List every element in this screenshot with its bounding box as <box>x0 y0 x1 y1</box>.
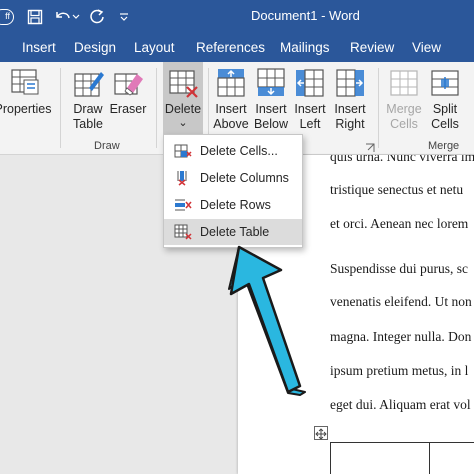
insert-left-icon <box>296 69 324 97</box>
draw-table-label: Draw Table <box>73 102 103 131</box>
document-line: eget dui. Aliquam erat vol <box>330 397 471 412</box>
tab-insert[interactable]: Insert <box>22 40 56 55</box>
customize-toolbar-icon[interactable] <box>116 6 132 28</box>
tab-review[interactable]: Review <box>350 40 394 55</box>
properties-button[interactable]: Properties <box>0 62 52 117</box>
draw-table-icon <box>74 72 104 97</box>
draw-group-label: Draw <box>94 140 120 152</box>
delete-button[interactable]: Delete ⌄ <box>163 62 203 134</box>
delete-caret-icon: ⌄ <box>178 117 188 129</box>
tab-view[interactable]: View <box>412 40 441 55</box>
group-separator <box>60 68 61 148</box>
split-cells-label: Split Cells <box>431 102 459 131</box>
menu-item-delete-rows[interactable]: Delete Rows <box>164 192 302 218</box>
table-move-handle-icon[interactable] <box>314 426 328 440</box>
delete-cells-icon <box>174 144 192 158</box>
delete-columns-icon <box>177 171 187 186</box>
redo-icon[interactable] <box>86 6 108 28</box>
undo-dropdown-icon[interactable] <box>70 6 82 28</box>
split-cells-icon <box>431 70 459 96</box>
properties-icon <box>11 69 39 95</box>
eraser-icon <box>114 73 143 96</box>
insert-left-button[interactable]: Insert Left <box>293 62 327 132</box>
insert-below-button[interactable]: Insert Below <box>252 62 290 132</box>
insert-above-button[interactable]: Insert Above <box>212 62 250 132</box>
menu-item-label: Delete Rows <box>200 198 271 212</box>
menu-item-label: Delete Table <box>200 225 270 239</box>
insert-right-icon <box>336 69 364 97</box>
document-line: tristique senectus et netu <box>330 182 464 197</box>
ribbon-tabs: Insert Design Layout References Mailings… <box>0 34 474 62</box>
tab-layout[interactable]: Layout <box>134 40 175 55</box>
group-separator <box>378 68 379 148</box>
tab-design[interactable]: Design <box>74 40 116 55</box>
menu-item-label: Delete Columns <box>200 171 289 185</box>
document-line: quis urna. Nunc viverra im <box>330 155 474 164</box>
tab-mailings[interactable]: Mailings <box>280 40 330 55</box>
merge-cells-icon <box>390 70 418 96</box>
table-column-border <box>429 443 430 474</box>
delete-table-icon <box>169 70 198 98</box>
delete-dropdown-menu: Delete Cells... Delete Columns Delete Ro… <box>163 134 303 248</box>
insert-above-icon <box>217 69 245 97</box>
properties-label: Properties <box>0 102 52 116</box>
merge-cells-button[interactable]: Merge Cells <box>384 62 424 132</box>
document-line: et orci. Aenean nec lorem <box>330 216 469 231</box>
delete-rows-icon <box>175 199 192 211</box>
document-line: Suspendisse dui purus, sc <box>330 261 468 276</box>
merge-group-label: Merge <box>428 140 460 152</box>
merge-cells-label: Merge Cells <box>386 102 422 131</box>
save-icon[interactable] <box>24 6 46 28</box>
document-line: ipsum pretium metus, in l <box>330 363 469 378</box>
insert-below-icon <box>257 68 285 96</box>
draw-table-button[interactable]: Draw Table <box>68 62 108 132</box>
tab-references[interactable]: References <box>196 40 265 55</box>
rows-columns-launcher-icon[interactable] <box>365 140 375 152</box>
menu-item-delete-cells[interactable]: Delete Cells... <box>164 138 302 164</box>
insert-left-label: Insert Left <box>294 102 326 131</box>
menu-item-delete-table[interactable]: Delete Table <box>164 219 302 245</box>
insert-right-button[interactable]: Insert Right <box>331 62 369 132</box>
document-line: magna. Integer nulla. Don <box>330 329 472 344</box>
delete-label: Delete <box>164 102 202 116</box>
document-line: venenatis eleifend. Ut non <box>330 294 472 309</box>
title-bar: ff Document1 - Word <box>0 0 474 34</box>
insert-below-label: Insert Below <box>253 102 289 131</box>
group-separator <box>156 68 157 148</box>
menu-item-delete-columns[interactable]: Delete Columns <box>164 165 302 191</box>
eraser-button[interactable]: Eraser <box>110 62 146 117</box>
autosave-toggle[interactable]: ff <box>0 9 14 25</box>
insert-above-label: Insert Above <box>213 102 249 131</box>
menu-item-label: Delete Cells... <box>200 144 278 158</box>
document-table[interactable] <box>330 442 474 474</box>
eraser-label: Eraser <box>109 102 147 116</box>
window-title: Document1 - Word <box>251 8 360 23</box>
insert-right-label: Insert Right <box>334 102 366 131</box>
split-cells-button[interactable]: Split Cells <box>426 62 464 132</box>
delete-table-icon <box>174 224 192 240</box>
